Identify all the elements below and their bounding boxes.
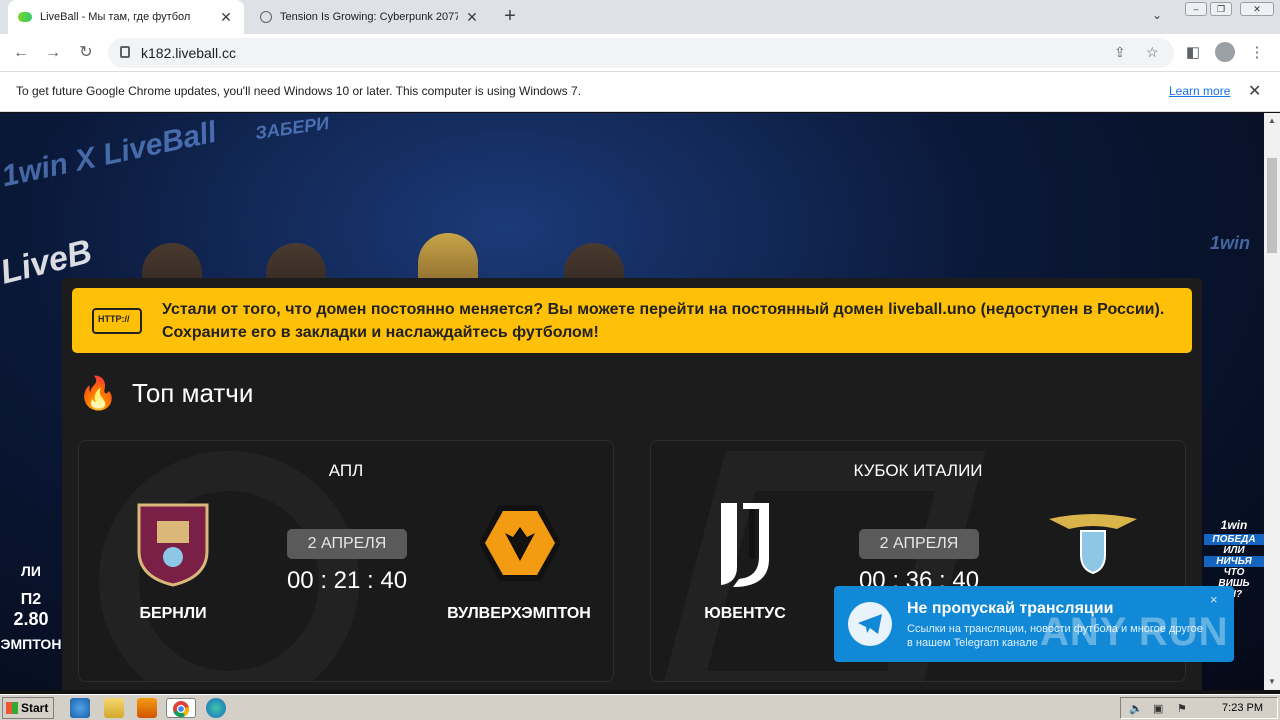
windows-taskbar: Start 🔈 ▣ ⚑ 7:23 PM bbox=[0, 694, 1280, 720]
promo-line: ЧТО bbox=[1223, 567, 1245, 578]
close-tab-icon[interactable]: ✕ bbox=[218, 9, 234, 26]
new-tab-button[interactable]: + bbox=[498, 5, 522, 29]
minimize-button[interactable]: – bbox=[1185, 2, 1207, 16]
burnley-crest-icon bbox=[137, 503, 209, 587]
action-center-flag-icon[interactable]: ⚑ bbox=[1177, 702, 1191, 716]
home-team: БЕРНЛИ bbox=[139, 605, 207, 622]
promo-line: НИЧЬЯ bbox=[1204, 556, 1264, 567]
promo-line: ПОБЕДА bbox=[1204, 534, 1264, 545]
taskbar-clock[interactable]: 7:23 PM bbox=[1222, 702, 1263, 714]
ie-icon[interactable] bbox=[70, 698, 90, 718]
address-bar[interactable]: k182.liveball.cc ⇪ ☆ bbox=[108, 38, 1174, 68]
league-name: АПЛ bbox=[328, 461, 364, 480]
scroll-up-icon[interactable]: ▲ bbox=[1268, 116, 1276, 125]
top-matches-header: 🔥 Топ матчи bbox=[78, 373, 253, 413]
juventus-crest-icon bbox=[721, 503, 769, 587]
windows-flag-icon bbox=[6, 702, 18, 714]
learn-more-link[interactable]: Learn more bbox=[1169, 84, 1230, 98]
restore-button[interactable]: ❐ bbox=[1210, 2, 1232, 16]
fire-icon: 🔥 bbox=[78, 375, 118, 411]
promo-line: П2 bbox=[20, 591, 42, 608]
promo-line: ЛИ bbox=[21, 563, 41, 579]
notice-text: Устали от того, что домен постоянно меня… bbox=[162, 298, 1172, 344]
domain-notice: HTTP:// Устали от того, что домен постоя… bbox=[72, 288, 1192, 353]
promo-line: ИЛИ bbox=[1223, 545, 1245, 556]
tab-cyberpunk[interactable]: Tension Is Growing: Cyberpunk 2077 ✕ bbox=[250, 0, 490, 34]
menu-dots-icon[interactable]: ⋮ bbox=[1247, 43, 1267, 63]
anyrun-watermark: ANY RUN bbox=[1040, 610, 1229, 654]
forward-arrow-icon[interactable]: → bbox=[42, 42, 64, 64]
share-icon[interactable]: ⇪ bbox=[1114, 44, 1126, 61]
tab-title: LiveBall - Мы там, где футбол bbox=[40, 11, 191, 23]
chrome-taskbar-icon[interactable] bbox=[166, 698, 196, 718]
match-countdown: 00 : 21 : 40 bbox=[286, 567, 408, 594]
explorer-folder-icon[interactable] bbox=[104, 698, 124, 718]
volume-icon[interactable]: 🔈 bbox=[1129, 702, 1143, 716]
banner-promo-text: ЗАБЕРИ bbox=[253, 113, 331, 144]
banner-brand-text: 1win bbox=[1210, 233, 1251, 253]
system-tray: 🔈 ▣ ⚑ 7:23 PM bbox=[1120, 697, 1278, 719]
tab-title: Tension Is Growing: Cyberpunk 2077 bbox=[280, 11, 458, 23]
league-name: КУБОК ИТАЛИИ bbox=[853, 461, 983, 480]
browser-toolbar: ← → ↻ k182.liveball.cc ⇪ ☆ ◧ ⋮ bbox=[0, 34, 1280, 72]
permanent-domain-link[interactable]: liveball.uno bbox=[888, 301, 976, 318]
scrollbar-thumb[interactable] bbox=[1267, 158, 1277, 253]
start-button[interactable]: Start bbox=[2, 697, 54, 719]
lock-icon bbox=[120, 46, 130, 58]
infobar-message: To get future Google Chrome updates, you… bbox=[16, 84, 582, 98]
page-scrollbar[interactable]: ▲ ▼ bbox=[1264, 113, 1280, 690]
url-text: k182.liveball.cc bbox=[141, 45, 236, 61]
back-arrow-icon[interactable]: ← bbox=[10, 42, 32, 64]
tab-strip: LiveBall - Мы там, где футбол ✕ Tension … bbox=[0, 0, 1280, 34]
media-player-icon[interactable] bbox=[137, 698, 157, 718]
section-title: Топ матчи bbox=[132, 377, 254, 408]
lazio-crest-icon bbox=[1049, 514, 1137, 575]
wolves-crest-icon bbox=[479, 505, 561, 581]
reload-icon[interactable]: ↻ bbox=[75, 42, 97, 64]
start-label: Start bbox=[21, 701, 49, 715]
away-team: ВУЛВЕРХЭМПТОН bbox=[447, 605, 591, 622]
globe-icon bbox=[260, 11, 272, 23]
match-date: 2 АПРЕЛЯ bbox=[859, 529, 979, 559]
scroll-down-icon[interactable]: ▼ bbox=[1268, 677, 1276, 686]
telegram-icon bbox=[848, 602, 892, 646]
match-card[interactable]: АПЛ 2 АПРЕЛЯ 00 : 21 : 40 БЕРНЛИ ВУЛВЕРХ… bbox=[78, 440, 614, 682]
close-popup-icon[interactable]: × bbox=[1210, 592, 1218, 607]
network-icon[interactable]: ▣ bbox=[1153, 702, 1167, 716]
side-panel-icon[interactable]: ◧ bbox=[1183, 43, 1203, 63]
http-badge-icon: HTTP:// bbox=[92, 308, 142, 334]
liveball-favicon-icon bbox=[18, 12, 32, 22]
tab-search-chevron-icon[interactable]: ⌄ bbox=[1152, 8, 1162, 22]
home-team: ЮВЕНТУС bbox=[704, 605, 786, 622]
bookmark-star-icon[interactable]: ☆ bbox=[1146, 44, 1159, 61]
profile-avatar[interactable] bbox=[1215, 42, 1235, 62]
edge-icon[interactable] bbox=[206, 698, 226, 718]
left-promo[interactable]: ЛИ П2 2.80 ЭМПТОН bbox=[0, 563, 62, 652]
notice-text-before: Устали от того, что домен постоянно меня… bbox=[162, 301, 889, 318]
promo-brand: 1win bbox=[1220, 518, 1248, 532]
promo-line: ЭМПТОН bbox=[0, 636, 62, 652]
update-infobar: To get future Google Chrome updates, you… bbox=[0, 72, 1280, 112]
close-window-button[interactable]: ✕ bbox=[1240, 2, 1274, 16]
close-tab-icon[interactable]: ✕ bbox=[464, 9, 480, 26]
match-date: 2 АПРЕЛЯ bbox=[287, 529, 407, 559]
promo-odds: 2.80 bbox=[13, 609, 49, 629]
banner-brand-text: 1win X LiveBall bbox=[0, 115, 220, 194]
tab-liveball[interactable]: LiveBall - Мы там, где футбол ✕ bbox=[8, 0, 244, 34]
close-infobar-icon[interactable]: ✕ bbox=[1248, 81, 1261, 101]
